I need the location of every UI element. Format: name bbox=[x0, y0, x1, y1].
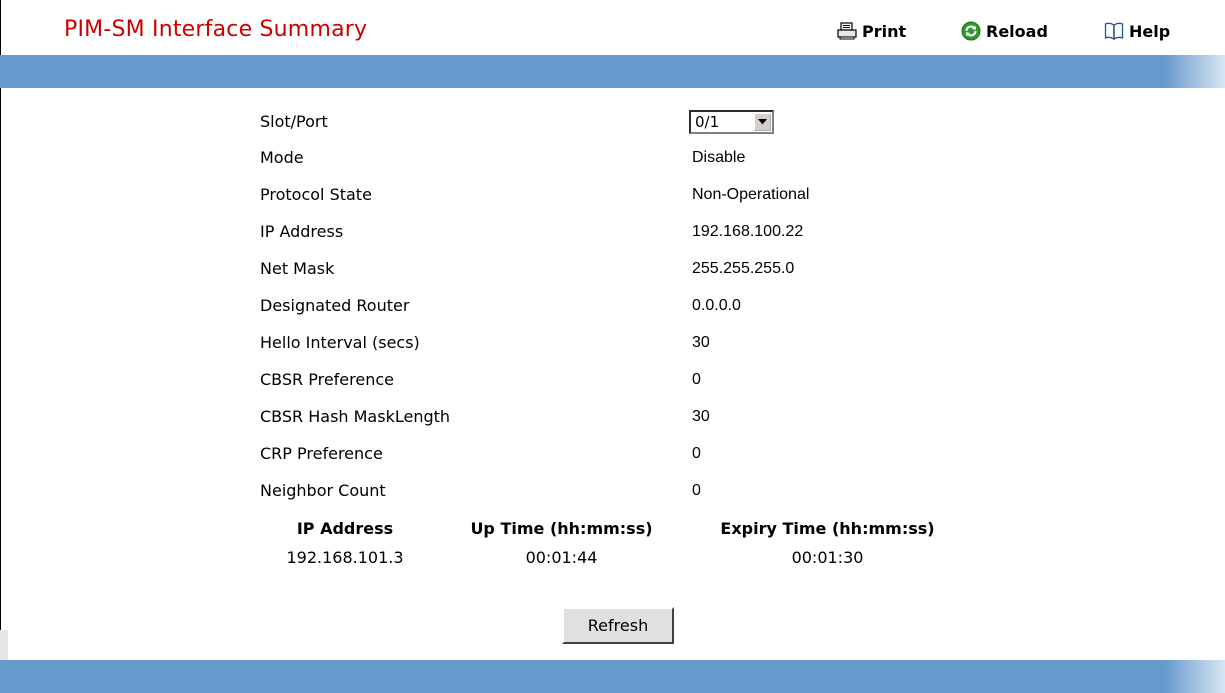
reload-label: Reload bbox=[986, 21, 1048, 41]
reload-button[interactable]: Reload bbox=[961, 20, 1048, 42]
column-header-ip-address: IP Address bbox=[296, 519, 394, 538]
refresh-button[interactable]: Refresh bbox=[562, 607, 674, 644]
ip-address-label: IP Address bbox=[260, 222, 344, 241]
net-mask-value: 255.255.255.0 bbox=[692, 260, 795, 277]
cbsr-hash-mask-length-value: 30 bbox=[692, 408, 710, 425]
neighbor-count-value: 0 bbox=[692, 482, 701, 499]
hello-interval-value: 30 bbox=[692, 334, 710, 351]
neighbor-count-row: Neighbor Count 0 bbox=[0, 477, 1225, 505]
mode-value: Disable bbox=[692, 149, 746, 166]
crp-preference-label: CRP Preference bbox=[260, 444, 383, 463]
protocol-state-row: Protocol State Non-Operational bbox=[0, 181, 1225, 209]
slot-port-row: Slot/Port bbox=[0, 108, 1225, 136]
protocol-state-value: Non-Operational bbox=[692, 186, 810, 203]
chevron-down-icon[interactable] bbox=[754, 113, 771, 131]
book-icon bbox=[1104, 22, 1124, 40]
slot-port-value: 0/1 bbox=[695, 113, 720, 131]
net-mask-label: Net Mask bbox=[260, 259, 335, 278]
crp-preference-row: CRP Preference 0 bbox=[0, 440, 1225, 468]
cbsr-preference-label: CBSR Preference bbox=[260, 370, 394, 389]
designated-router-row: Designated Router 0.0.0.0 bbox=[0, 292, 1225, 320]
protocol-state-label: Protocol State bbox=[260, 185, 372, 204]
hello-interval-row: Hello Interval (secs) 30 bbox=[0, 329, 1225, 357]
mode-row: Mode Disable bbox=[0, 144, 1225, 172]
print-button[interactable]: Print bbox=[837, 20, 906, 42]
column-header-expiry-time: Expiry Time (hh:mm:ss) bbox=[720, 519, 935, 538]
cbsr-preference-value: 0 bbox=[692, 371, 701, 388]
cbsr-hash-mask-length-row: CBSR Hash MaskLength 30 bbox=[0, 403, 1225, 431]
header-band bbox=[0, 55, 1225, 88]
ip-address-row: IP Address 192.168.100.22 bbox=[0, 218, 1225, 246]
printer-icon bbox=[837, 22, 857, 40]
print-label: Print bbox=[862, 21, 907, 41]
help-label: Help bbox=[1129, 21, 1171, 41]
ip-address-value: 192.168.100.22 bbox=[692, 223, 804, 240]
slot-port-select[interactable]: 0/1 bbox=[689, 110, 774, 134]
help-button[interactable]: Help bbox=[1104, 20, 1170, 42]
reload-icon bbox=[961, 21, 981, 41]
crp-preference-value: 0 bbox=[692, 445, 701, 462]
net-mask-row: Net Mask 255.255.255.0 bbox=[0, 255, 1225, 283]
neighbor-count-label: Neighbor Count bbox=[260, 481, 386, 500]
slot-port-label: Slot/Port bbox=[260, 112, 328, 131]
cbsr-preference-row: CBSR Preference 0 bbox=[0, 366, 1225, 394]
mode-label: Mode bbox=[260, 148, 304, 167]
page-title: PIM-SM Interface Summary bbox=[64, 17, 368, 42]
designated-router-value: 0.0.0.0 bbox=[692, 297, 741, 314]
neighbor-up-time-cell: 00:01:44 bbox=[525, 548, 598, 567]
neighbor-ip-cell: 192.168.101.3 bbox=[286, 548, 404, 567]
footer-band bbox=[0, 660, 1225, 693]
cbsr-hash-mask-length-label: CBSR Hash MaskLength bbox=[260, 407, 451, 426]
neighbor-expiry-time-cell: 00:01:30 bbox=[791, 548, 864, 567]
hello-interval-label: Hello Interval (secs) bbox=[260, 333, 420, 352]
designated-router-label: Designated Router bbox=[260, 296, 410, 315]
column-header-up-time: Up Time (hh:mm:ss) bbox=[470, 519, 653, 538]
